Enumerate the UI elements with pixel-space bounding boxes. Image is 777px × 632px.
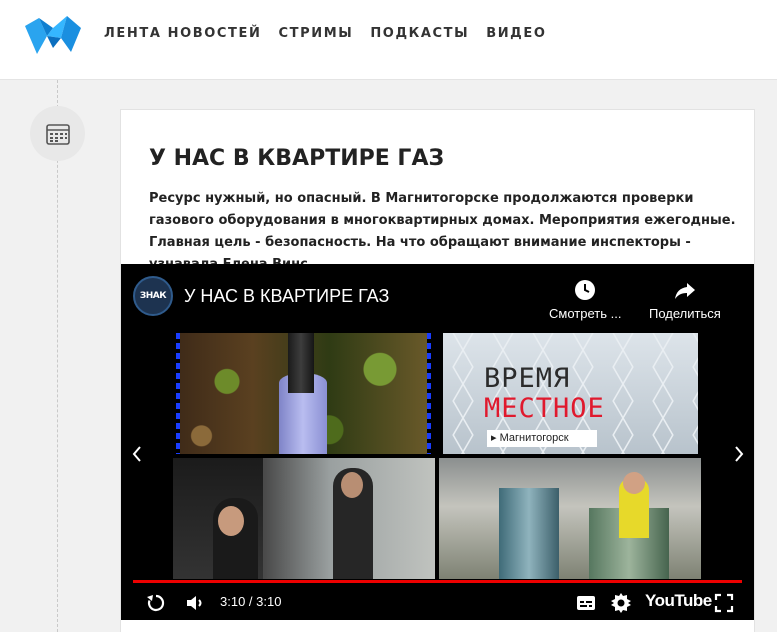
- share-button[interactable]: Поделиться: [649, 278, 721, 321]
- nav-item-streams[interactable]: СТРИМЫ: [278, 26, 353, 41]
- driver-face: [218, 506, 244, 536]
- timeline-line: [57, 80, 58, 632]
- video-title[interactable]: У НАС В КВАРТИРЕ ГАЗ: [184, 286, 389, 307]
- worker-face: [623, 472, 645, 494]
- site-header: ЛЕНТА НОВОСТЕЙ СТРИМЫ ПОДКАСТЫ ВИДЕО: [0, 0, 777, 80]
- watch-later-label: Смотреть ...: [549, 306, 622, 321]
- officer-face: [341, 472, 363, 498]
- volume-icon[interactable]: [185, 592, 205, 614]
- date-marker[interactable]: [30, 106, 85, 161]
- machine-1: [499, 488, 559, 579]
- frame-edge-left: [176, 333, 180, 454]
- program-word-1: ВРЕМЯ: [484, 363, 571, 394]
- nav-item-video[interactable]: ВИДЕО: [486, 26, 546, 41]
- main-nav: ЛЕНТА НОВОСТЕЙ СТРИМЫ ПОДКАСТЫ ВИДЕО: [104, 26, 564, 41]
- replay-icon[interactable]: [145, 592, 167, 614]
- watch-later-button[interactable]: Смотреть ...: [549, 278, 621, 321]
- youtube-logo[interactable]: YouTube: [645, 591, 712, 611]
- fullscreen-icon[interactable]: [714, 592, 734, 614]
- nav-item-podcasts[interactable]: ПОДКАСТЫ: [370, 26, 469, 41]
- channel-avatar[interactable]: ЗНАК: [133, 276, 173, 316]
- share-label: Поделиться: [649, 306, 721, 321]
- video-thumbnail-program-logo: ВРЕМЯ МЕСТНОЕ ▸ Магнитогорск: [443, 333, 698, 454]
- site-logo[interactable]: [25, 14, 81, 54]
- article-lead: Ресурс нужный, но опасный. В Магнитогорс…: [149, 191, 736, 272]
- nav-item-news-feed[interactable]: ЛЕНТА НОВОСТЕЙ: [104, 26, 261, 41]
- metal-rod: [288, 333, 314, 393]
- clock-icon: [575, 280, 596, 300]
- frame-edge-right: [427, 333, 431, 454]
- program-city: ▸ Магнитогорск: [487, 430, 597, 447]
- calendar-icon: [45, 123, 70, 145]
- settings-gear-icon[interactable]: [610, 592, 632, 614]
- video-thumbnail-factory: [439, 458, 701, 579]
- previous-arrow-icon[interactable]: [131, 444, 143, 464]
- share-icon: [674, 283, 695, 299]
- time-display: 3:10 / 3:10: [220, 594, 282, 609]
- next-arrow-icon[interactable]: [733, 444, 745, 464]
- video-player[interactable]: ЗНАК У НАС В КВАРТИРЕ ГАЗ Смотреть ... П…: [121, 264, 754, 620]
- video-thumbnail-pipe: [176, 333, 431, 454]
- subtitles-icon[interactable]: [575, 592, 597, 614]
- channel-logo-text: ЗНАК: [139, 291, 167, 301]
- article-title[interactable]: У НАС В КВАРТИРЕ ГАЗ: [149, 146, 444, 171]
- program-word-2: МЕСТНОЕ: [484, 393, 605, 424]
- progress-bar[interactable]: [133, 580, 742, 583]
- video-thumbnail-car: [173, 458, 435, 579]
